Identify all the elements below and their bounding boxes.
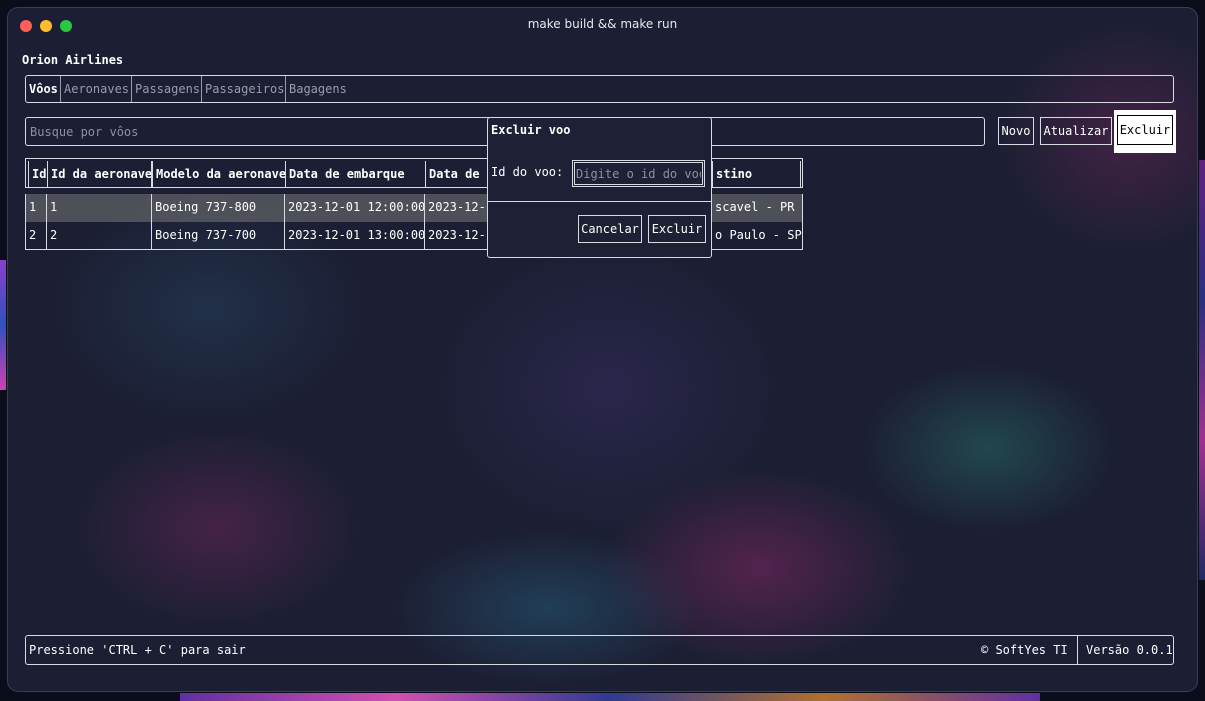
flight-id-label: Id do voo:: [491, 165, 564, 179]
status-footer: Pressione 'CTRL + C' para sair © SoftYes…: [25, 635, 1174, 665]
cell-aircraft-id: 1: [46, 194, 151, 222]
app-title: Orion Airlines: [22, 53, 124, 67]
dialog-cancel-button[interactable]: Cancelar: [578, 215, 642, 243]
cell-arrival-date: 2023-12-: [424, 222, 494, 250]
footer-divider: [1077, 636, 1078, 664]
tab-bagagens[interactable]: Bagagens: [286, 78, 350, 100]
desktop-wallpaper-left: [0, 260, 6, 390]
tab-voos[interactable]: Vôos: [26, 78, 61, 100]
desktop-wallpaper-bottom: [180, 693, 1040, 701]
dialog-divider: [488, 201, 711, 202]
cell-destination: scavel - PR: [711, 194, 803, 222]
cell-id: 2: [25, 222, 46, 250]
refresh-button[interactable]: Atualizar: [1040, 117, 1112, 145]
column-header-destination[interactable]: stino: [712, 161, 801, 187]
cell-aircraft-id: 2: [46, 222, 151, 250]
delete-button-label: Excluir: [1117, 115, 1173, 145]
tab-passagens[interactable]: Passagens: [132, 78, 203, 100]
cell-id: 1: [25, 194, 46, 222]
flight-id-input[interactable]: [572, 160, 705, 187]
cell-aircraft-model: Boeing 737-700: [151, 222, 285, 250]
cell-aircraft-model: Boeing 737-800: [151, 194, 285, 222]
column-header-id[interactable]: Id: [28, 161, 48, 187]
version-label: Versão 0.0.1: [1086, 643, 1173, 657]
column-header-arrival-date[interactable]: Data de: [425, 161, 495, 187]
cell-boarding-date: 2023-12-01 12:00:00: [284, 194, 425, 222]
cell-arrival-date: 2023-12-: [424, 194, 494, 222]
column-header-aircraft-id[interactable]: Id da aeronave: [47, 161, 152, 187]
delete-button[interactable]: Excluir: [1114, 110, 1176, 153]
tab-bar: Vôos Aeronaves Passagens Passageiros Bag…: [25, 75, 1174, 103]
dialog-title: Excluir voo: [491, 123, 571, 137]
exit-hint: Pressione 'CTRL + C' para sair: [29, 643, 246, 657]
desktop-wallpaper-right: [1199, 160, 1205, 580]
column-header-boarding-date[interactable]: Data de embarque: [285, 161, 426, 187]
title-bar: make build && make run: [8, 8, 1197, 42]
cell-destination: o Paulo - SP: [711, 222, 803, 250]
new-button[interactable]: Novo: [998, 117, 1034, 145]
tab-passageiros[interactable]: Passageiros: [202, 78, 287, 100]
delete-flight-dialog: Excluir voo Id do voo: Cancelar Excluir: [487, 117, 712, 258]
tab-aeronaves[interactable]: Aeronaves: [61, 78, 132, 100]
window-title: make build && make run: [527, 17, 678, 31]
cell-boarding-date: 2023-12-01 13:00:00: [284, 222, 425, 250]
dialog-confirm-delete-button[interactable]: Excluir: [648, 215, 706, 243]
terminal-window: make build && make run Orion Airlines Vô…: [8, 8, 1197, 691]
column-header-aircraft-model[interactable]: Modelo da aeronave: [152, 161, 286, 187]
company-label: © SoftYes TI: [981, 643, 1068, 657]
